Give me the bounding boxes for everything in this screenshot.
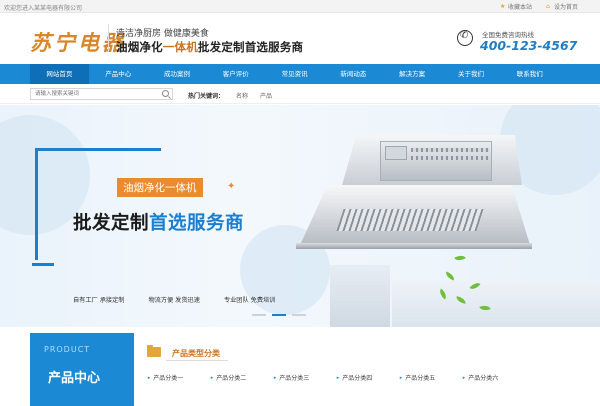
- category-title: 产品类型分类: [172, 349, 220, 358]
- top-links: ★ 收藏本站 ⌂ 设为首页: [500, 2, 578, 11]
- leaf-icon: [454, 252, 466, 264]
- hot-keyword[interactable]: 名称: [236, 91, 248, 100]
- category-item[interactable]: 产品分类五: [386, 373, 449, 382]
- slider-dots: [252, 314, 306, 316]
- nav-item[interactable]: 成功案例: [148, 64, 207, 84]
- slogan-line-1: 造洁净厨房 做健康美食: [116, 29, 209, 39]
- slogan-line-2: 油烟净化一体机批发定制首选服务商: [116, 39, 303, 55]
- vent: [411, 148, 489, 152]
- hotline-number: 400-123-4567: [480, 38, 578, 53]
- nav-item[interactable]: 解决方案: [383, 64, 442, 84]
- slogan-part-a: 油烟净化: [116, 40, 163, 54]
- nav-item[interactable]: 关于我们: [442, 64, 501, 84]
- category-list: 产品分类一产品分类二产品分类三产品分类四产品分类五产品分类六: [134, 373, 512, 382]
- hood-lip: [296, 243, 532, 249]
- banner-features: 自有工厂 承接定制 物流方便 发货迅速 专业团队 免费培训: [73, 295, 275, 304]
- homepage-link[interactable]: ⌂ 设为首页: [546, 2, 578, 11]
- category-item[interactable]: 产品分类六: [449, 373, 512, 382]
- main-nav: 网站首页 产品中心 成功案例 客户评价 常见资讯 新闻动态 解决方案 关于我们 联系我们: [0, 64, 600, 84]
- control-panel: [385, 146, 407, 160]
- hero-banner: 油烟净化一体机 ✦ 批发定制首选服务商 自有工厂 承接定制 物流方便 发货迅速 …: [0, 105, 600, 327]
- welcome-text: 欢迎您进入某某电器有限公司: [4, 5, 83, 12]
- search-input[interactable]: [31, 89, 156, 99]
- search-icon[interactable]: [162, 90, 169, 97]
- feature-item: 自有工厂 承接定制: [73, 297, 125, 304]
- site-header: 苏宁电器 造洁净厨房 做健康美食 油烟净化一体机批发定制首选服务商 全国免费咨询…: [0, 14, 600, 64]
- category-item[interactable]: 产品分类二: [197, 373, 260, 382]
- sparkle-icon: ✦: [227, 181, 236, 192]
- nav-item[interactable]: 联系我们: [500, 64, 559, 84]
- star-icon: ★: [499, 2, 506, 10]
- product-center-box[interactable]: PRODUCT 产品中心: [30, 333, 134, 406]
- hot-keywords-label: 热门关键词：: [188, 93, 225, 100]
- category-title-underline: [166, 360, 228, 361]
- product-center-cn: 产品中心: [48, 371, 101, 386]
- decor-frame: [35, 148, 161, 260]
- hood-grill: [336, 209, 484, 231]
- home-icon: ⌂: [545, 2, 550, 10]
- homepage-label: 设为首页: [553, 4, 578, 11]
- nav-item[interactable]: 常见资讯: [265, 64, 324, 84]
- logo[interactable]: 苏宁电器: [30, 27, 126, 57]
- kitchen-cabinet: [330, 265, 390, 327]
- favorite-link[interactable]: ★ 收藏本站: [500, 2, 532, 11]
- slogan-part-b: 批发定制首选服务商: [197, 40, 304, 54]
- banner-tag: 油烟净化一体机: [117, 178, 203, 197]
- banner-title-a: 批发定制: [73, 213, 150, 234]
- slider-dot[interactable]: [272, 314, 286, 316]
- feature-item: 物流方便 发货迅速: [148, 297, 200, 304]
- nav-item[interactable]: 网站首页: [30, 64, 89, 84]
- product-center-en: PRODUCT: [44, 345, 91, 354]
- top-bar: 欢迎您进入某某电器有限公司 ★ 收藏本站 ⌂ 设为首页: [0, 0, 600, 13]
- banner-title: 批发定制首选服务商: [73, 209, 244, 235]
- hot-keywords: 热门关键词： 名称 产品: [188, 91, 272, 100]
- decor-frame-foot: [32, 263, 54, 266]
- vent: [411, 156, 489, 160]
- purifier-unit: [380, 141, 492, 181]
- favorite-label: 收藏本站: [507, 4, 532, 11]
- nav-item[interactable]: 产品中心: [89, 64, 148, 84]
- search-row: 热门关键词： 名称 产品: [0, 84, 600, 104]
- slogan-highlight: 一体机: [162, 40, 198, 54]
- folder-icon: [147, 345, 161, 357]
- feature-item: 专业团队 免费培训: [223, 297, 276, 304]
- slider-dot[interactable]: [252, 314, 266, 316]
- category-item[interactable]: 产品分类一: [134, 373, 197, 382]
- search-box: [30, 88, 173, 100]
- hot-keyword[interactable]: 产品: [260, 91, 272, 100]
- nav-item[interactable]: 客户评价: [206, 64, 265, 84]
- nav-item[interactable]: 新闻动态: [324, 64, 383, 84]
- kitchen-counter: [392, 280, 600, 327]
- category-item[interactable]: 产品分类四: [323, 373, 386, 382]
- phone-icon: [457, 30, 473, 46]
- nav-list: 网站首页 产品中心 成功案例 客户评价 常见资讯 新闻动态 解决方案 关于我们 联系我们: [30, 64, 559, 84]
- header-divider: [108, 24, 109, 52]
- category-item[interactable]: 产品分类三: [260, 373, 323, 382]
- banner-title-b: 首选服务商: [149, 213, 245, 234]
- slider-dot[interactable]: [292, 314, 306, 316]
